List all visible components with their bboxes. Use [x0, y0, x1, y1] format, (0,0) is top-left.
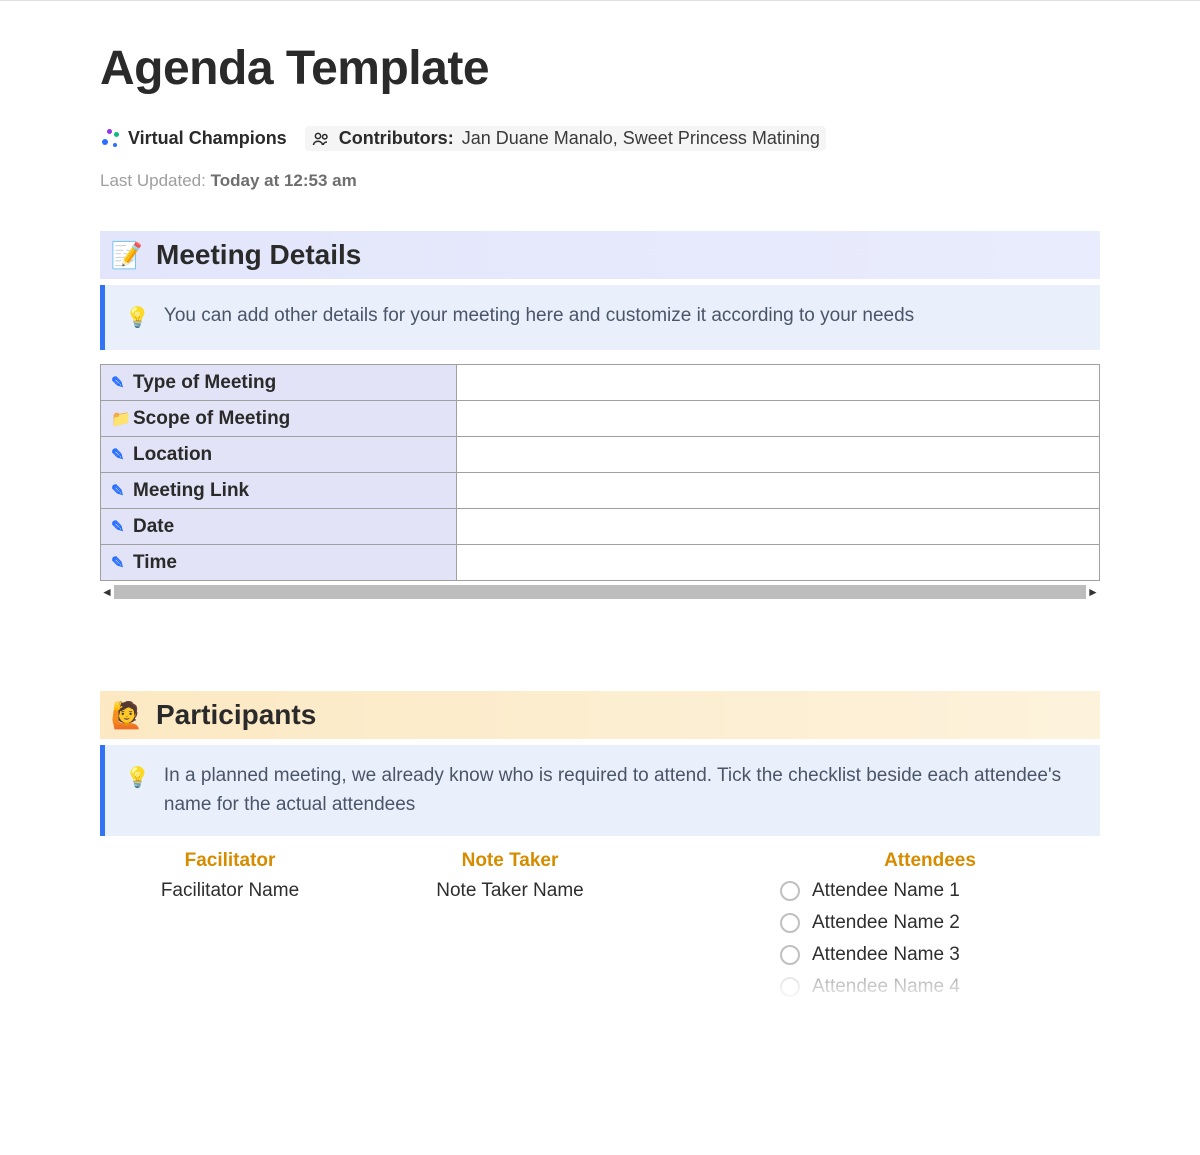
attendee-checkbox[interactable]	[780, 945, 800, 965]
attendee-name[interactable]: Attendee Name 4	[812, 976, 960, 998]
detail-value-cell[interactable]	[457, 365, 1100, 401]
person-raising-hand-icon: 🙋	[112, 700, 142, 730]
table-row: ✎Type of Meeting	[101, 365, 1100, 401]
memo-icon: 📝	[112, 240, 142, 270]
contributors-badge[interactable]: Contributors: Jan Duane Manalo, Sweet Pr…	[305, 126, 826, 151]
attendee-checkbox[interactable]	[780, 977, 800, 997]
lightbulb-icon: 💡	[125, 303, 150, 334]
table-row: 📁Scope of Meeting	[101, 401, 1100, 437]
scrollbar-track[interactable]	[114, 585, 1086, 599]
callout-participants-text: In a planned meeting, we already know wh…	[164, 761, 1080, 820]
lightbulb-icon: 💡	[125, 763, 150, 794]
callout-participants: 💡 In a planned meeting, we already know …	[100, 745, 1100, 836]
detail-label-cell: ✎Type of Meeting	[101, 365, 457, 401]
table-row: ✎Location	[101, 437, 1100, 473]
contributors-label: Contributors:	[339, 128, 454, 149]
detail-value-cell[interactable]	[457, 437, 1100, 473]
attendees-column: Attendees Attendee Name 1 Attendee Name 2…	[660, 850, 1100, 1008]
table-row: ✎Time	[101, 545, 1100, 581]
table-row: ✎Meeting Link	[101, 473, 1100, 509]
notetaker-name[interactable]: Note Taker Name	[390, 880, 630, 902]
detail-label: Meeting Link	[133, 480, 249, 501]
detail-value-cell[interactable]	[457, 401, 1100, 437]
detail-label-cell: ✎Location	[101, 437, 457, 473]
team-badge[interactable]: Virtual Champions	[100, 128, 287, 149]
page-container: Agenda Template Virtual Champions Contri…	[0, 41, 1200, 1008]
spacer	[100, 601, 1100, 691]
section-title-participants: Participants	[156, 699, 316, 731]
top-divider	[0, 0, 1200, 1]
attendee-name[interactable]: Attendee Name 2	[812, 912, 960, 934]
section-header-meeting-details: 📝 Meeting Details	[100, 231, 1100, 279]
attendee-item: Attendee Name 2	[780, 912, 1100, 934]
scroll-left-icon[interactable]: ◄	[100, 585, 114, 599]
detail-value-cell[interactable]	[457, 509, 1100, 545]
detail-value-cell[interactable]	[457, 473, 1100, 509]
attendee-checkbox[interactable]	[780, 881, 800, 901]
contributors-names: Jan Duane Manalo, Sweet Princess Matinin…	[462, 128, 820, 149]
pencil-icon: ✎	[111, 517, 129, 537]
detail-label: Date	[133, 516, 174, 537]
people-icon	[311, 129, 331, 149]
attendee-item: Attendee Name 1	[780, 880, 1100, 902]
participants-grid: Facilitator Facilitator Name Note Taker …	[100, 850, 1100, 1008]
pencil-icon: ✎	[111, 445, 129, 465]
callout-meeting: 💡 You can add other details for your mee…	[100, 285, 1100, 350]
notetaker-header: Note Taker	[390, 850, 630, 872]
attendee-item: Attendee Name 3	[780, 944, 1100, 966]
detail-label: Time	[133, 552, 177, 573]
last-updated-label: Last Updated:	[100, 171, 206, 190]
detail-value-cell[interactable]	[457, 545, 1100, 581]
meta-row: Virtual Champions Contributors: Jan Duan…	[100, 126, 1100, 151]
page-title: Agenda Template	[100, 41, 1100, 96]
section-header-participants: 🙋 Participants	[100, 691, 1100, 739]
pencil-icon: ✎	[111, 553, 129, 573]
scroll-right-icon[interactable]: ►	[1086, 585, 1100, 599]
table-row: ✎Date	[101, 509, 1100, 545]
facilitator-column: Facilitator Facilitator Name	[100, 850, 360, 1008]
facilitator-header: Facilitator	[100, 850, 360, 872]
detail-label-cell: ✎Time	[101, 545, 457, 581]
pencil-icon: ✎	[111, 373, 129, 393]
meeting-details-table: ✎Type of Meeting📁Scope of Meeting✎Locati…	[100, 364, 1100, 581]
detail-label-cell: ✎Meeting Link	[101, 473, 457, 509]
folder-icon: 📁	[111, 409, 129, 429]
detail-label: Type of Meeting	[133, 372, 276, 393]
team-logo-icon	[100, 129, 120, 149]
attendees-header: Attendees	[760, 850, 1100, 872]
detail-label-cell: 📁Scope of Meeting	[101, 401, 457, 437]
attendee-checkbox[interactable]	[780, 913, 800, 933]
last-updated: Last Updated: Today at 12:53 am	[100, 171, 1100, 191]
callout-meeting-text: You can add other details for your meeti…	[164, 301, 914, 330]
notetaker-column: Note Taker Note Taker Name	[390, 850, 630, 1008]
attendee-item: Attendee Name 4	[780, 976, 1100, 998]
attendee-name[interactable]: Attendee Name 1	[812, 880, 960, 902]
attendee-name[interactable]: Attendee Name 3	[812, 944, 960, 966]
detail-label-cell: ✎Date	[101, 509, 457, 545]
section-title-meeting: Meeting Details	[156, 239, 361, 271]
team-name: Virtual Champions	[128, 128, 287, 149]
last-updated-value: Today at 12:53 am	[211, 171, 357, 190]
detail-label: Scope of Meeting	[133, 408, 290, 429]
pencil-icon: ✎	[111, 481, 129, 501]
horizontal-scrollbar[interactable]: ◄ ►	[100, 583, 1100, 601]
facilitator-name[interactable]: Facilitator Name	[100, 880, 360, 902]
detail-label: Location	[133, 444, 212, 465]
